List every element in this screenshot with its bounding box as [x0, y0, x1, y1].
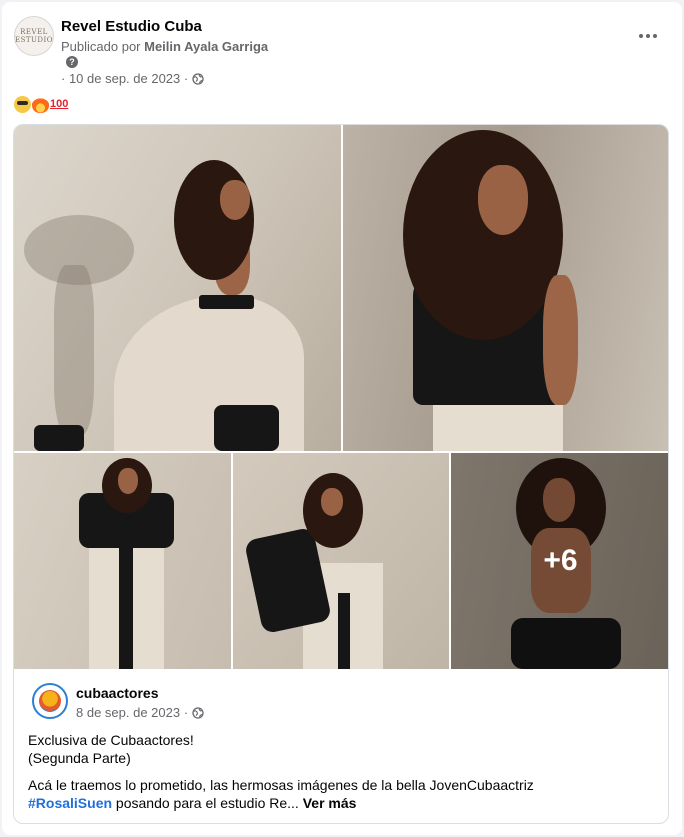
post-date[interactable]: · 10 de sep. de 2023 ·	[61, 71, 188, 86]
sunglasses-emoji-icon	[14, 96, 31, 113]
published-prefix: Publicado por	[61, 39, 141, 54]
shared-post: +6 cubaactores 8 de sep. de 2023 · Exclu…	[13, 124, 669, 824]
shared-text-body-end: posando para el estudio Re...	[112, 795, 299, 811]
shared-post-text: Exclusiva de Cubaactores! (Segunda Parte…	[28, 731, 656, 821]
globe-icon	[192, 706, 204, 719]
globe-icon	[192, 72, 204, 85]
avatar-logo-text: REVEL ESTUDIO	[14, 28, 54, 44]
shared-text-line-1: Exclusiva de Cubaactores!	[28, 732, 194, 748]
hair	[174, 160, 254, 280]
shadow-silhouette	[54, 265, 94, 435]
belt	[199, 295, 254, 309]
page-avatar[interactable]: REVEL ESTUDIO	[14, 16, 54, 56]
hair	[403, 130, 563, 340]
shared-post-body: cubaactores 8 de sep. de 2023 · Exclusiv…	[14, 671, 668, 823]
help-icon[interactable]: ?	[66, 56, 78, 68]
published-by-line: Publicado por Meilin Ayala Garriga	[61, 39, 268, 54]
publisher-name-link[interactable]: Meilin Ayala Garriga	[144, 39, 268, 54]
shared-author-link[interactable]: cubaactores	[76, 685, 158, 701]
gallery-photo-5[interactable]: +6	[451, 453, 668, 669]
more-dot	[646, 34, 650, 38]
face	[321, 488, 343, 516]
more-horizontal-icon	[639, 34, 643, 38]
bag	[214, 405, 279, 451]
cubaactores-avatar[interactable]	[32, 683, 68, 719]
hashtag-link[interactable]: #RosaliSuen	[28, 795, 112, 811]
face	[478, 165, 528, 235]
boot	[34, 425, 84, 451]
fire-emoji-icon	[32, 96, 49, 113]
post-card: REVEL ESTUDIO Revel Estudio Cuba Publicad…	[2, 2, 682, 835]
shared-text-line-2: (Segunda Parte)	[28, 750, 131, 766]
sash	[338, 593, 350, 669]
shared-post-meta: 8 de sep. de 2023 ·	[76, 705, 204, 720]
more-photos-overlay[interactable]: +6	[451, 453, 668, 669]
gallery-photo-1[interactable]	[14, 125, 341, 451]
more-dot	[653, 34, 657, 38]
post-meta: · 10 de sep. de 2023 ·	[61, 71, 204, 86]
gallery-photo-2[interactable]	[343, 125, 668, 451]
page-name-link[interactable]: Revel Estudio Cuba	[61, 18, 202, 35]
face	[118, 468, 138, 494]
shared-post-date[interactable]: 8 de sep. de 2023 ·	[76, 705, 188, 720]
shared-text-body: Acá le traemos lo prometido, las hermosa…	[28, 777, 534, 793]
gallery-photo-4[interactable]	[233, 453, 449, 669]
post-text-emojis: 100	[14, 96, 70, 116]
gallery-photo-3[interactable]	[14, 453, 231, 669]
hundred-emoji-icon: 100	[50, 98, 69, 110]
cubaactores-logo-icon	[39, 690, 61, 712]
more-options-button[interactable]	[634, 22, 662, 50]
post-header: REVEL ESTUDIO Revel Estudio Cuba Publicad…	[14, 16, 670, 96]
see-more-link[interactable]: Ver más	[303, 795, 357, 811]
face	[220, 180, 250, 220]
sash	[119, 548, 133, 669]
arm	[543, 275, 578, 405]
